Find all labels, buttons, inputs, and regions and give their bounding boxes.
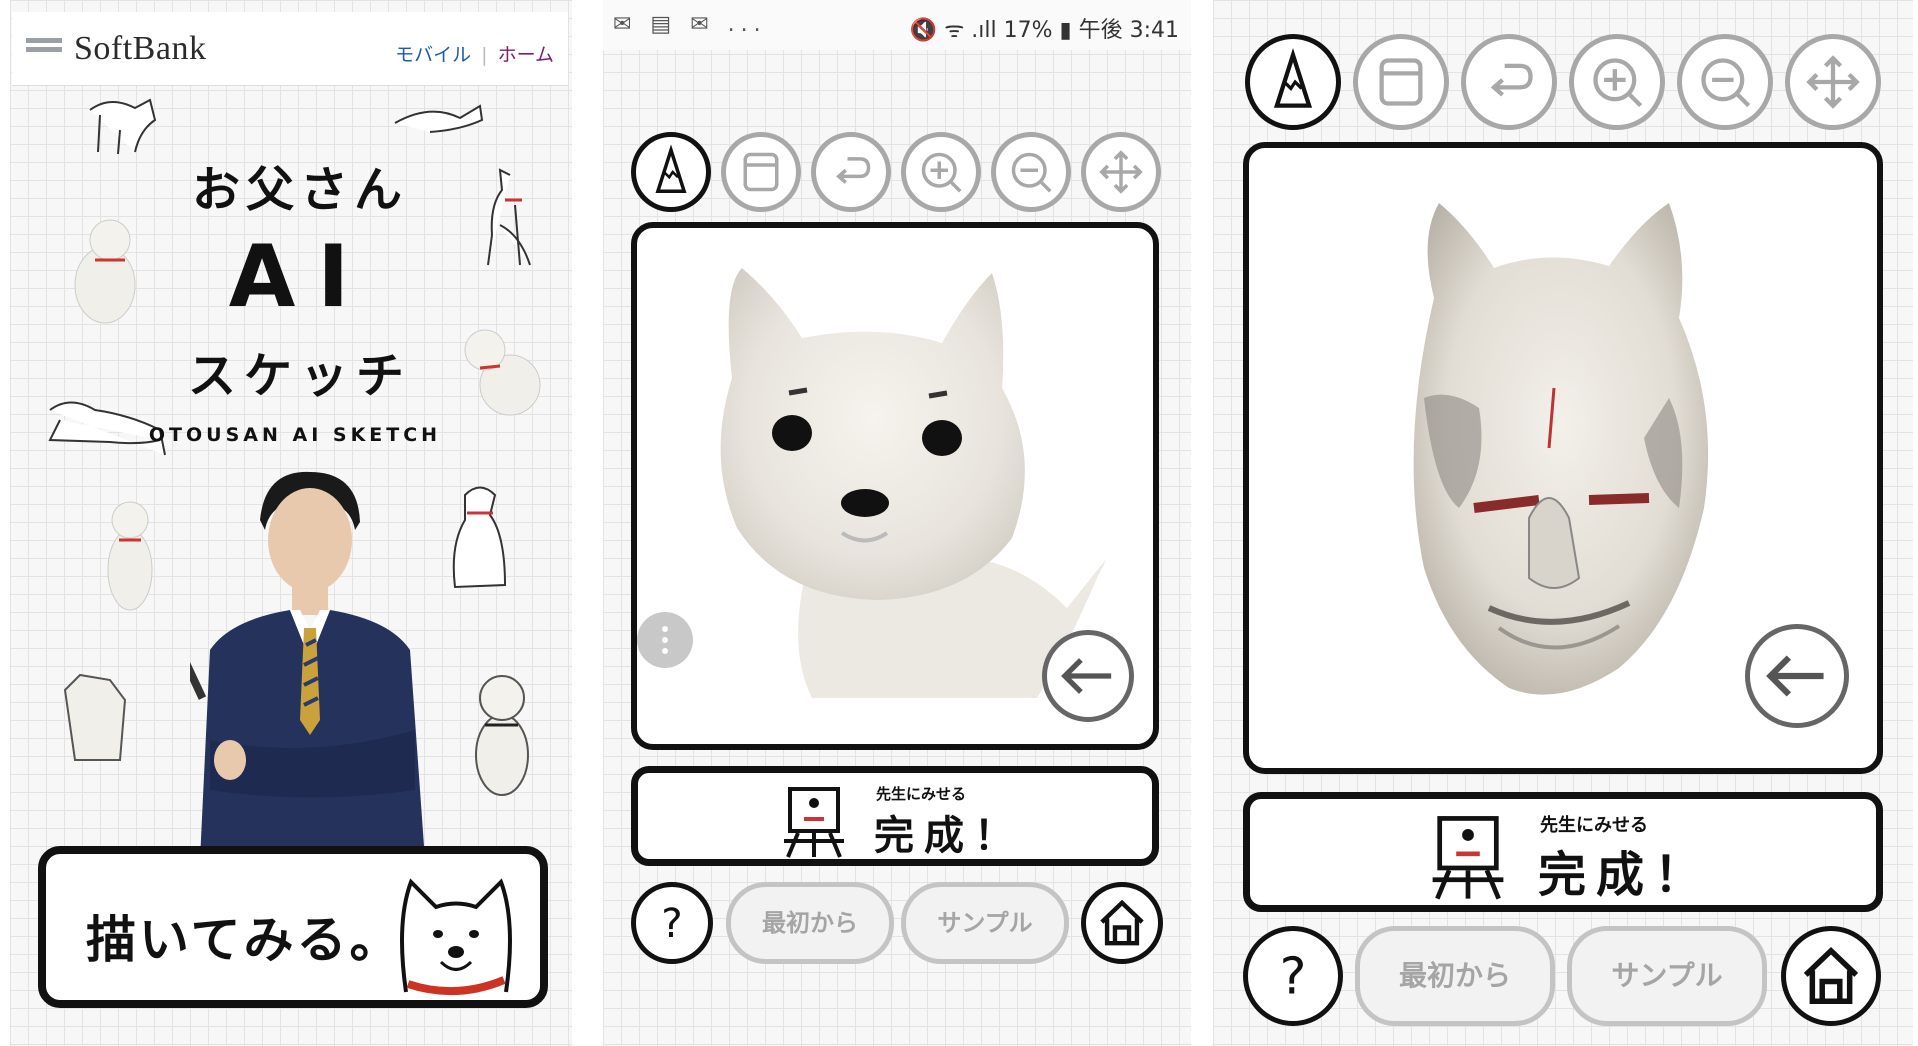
header-nav: モバイル | ホーム	[395, 40, 554, 67]
easel-icon	[784, 787, 844, 858]
zoom-in-button[interactable]	[1569, 34, 1665, 130]
title-line-1: お父さん	[191, 162, 408, 218]
zoom-out-icon	[1701, 58, 1751, 108]
dog-photo-icon	[107, 501, 153, 611]
zoom-in-button[interactable]	[901, 132, 981, 212]
nav-mobile-link[interactable]: モバイル	[395, 44, 471, 66]
complete-subtitle: 先生にみせる	[876, 785, 967, 803]
move-button[interactable]	[1785, 34, 1881, 130]
zoom-in-icon	[921, 152, 962, 193]
help-label: ?	[1280, 947, 1307, 1006]
pencil-tool[interactable]	[1245, 34, 1341, 130]
status-right: 🔇 ᯤ .ıll 17% ▮ 午後 3:41	[909, 18, 1179, 43]
dog-sketch-icon	[394, 104, 484, 133]
move-button[interactable]	[1081, 132, 1161, 212]
start-drawing-button[interactable]: 描いてみる。	[38, 846, 548, 1008]
sample-button[interactable]: サンプル	[1567, 926, 1767, 1026]
home-button[interactable]	[1781, 926, 1881, 1026]
softbank-logo[interactable]: SoftBank	[74, 30, 206, 68]
title-line-2: AI	[228, 227, 372, 327]
sketch-screen-dog: ✉ ▤ ✉ ... 🔇 ᯤ .ıll 17% ▮ 午後 3:41 先生にみせる …	[603, 0, 1191, 1046]
pencil-tool[interactable]	[631, 132, 711, 212]
start-drawing-label: 描いてみる。	[86, 911, 403, 969]
nav-home-link[interactable]: ホーム	[498, 44, 554, 66]
notification-icons: ✉ ▤ ✉ ...	[613, 12, 767, 37]
softbank-logo-icon	[26, 38, 62, 62]
site-header: SoftBank モバイル | ホーム	[12, 12, 568, 86]
dog-photo-icon	[464, 329, 541, 416]
zoom-out-icon	[1011, 152, 1052, 193]
easel-icon	[1432, 816, 1504, 900]
eraser-tool[interactable]	[721, 132, 801, 212]
undo-button[interactable]	[811, 132, 891, 212]
help-label: ?	[661, 900, 682, 947]
sketch-screen-face: 先生にみせる 完成！ ? 最初から サンプル	[1213, 0, 1913, 1046]
nav-divider: |	[481, 44, 488, 66]
sample-button[interactable]: サンプル	[901, 882, 1069, 964]
back-arrow-icon	[1061, 658, 1112, 694]
zoom-out-button[interactable]	[991, 132, 1071, 212]
zoom-in-icon	[1593, 58, 1643, 108]
complete-label: 完成！	[1538, 847, 1713, 903]
title-english: OTOUSAN AI SKETCH	[148, 424, 442, 446]
pencil-icon	[655, 144, 687, 193]
dog-photo-icon	[74, 219, 136, 324]
back-button[interactable]	[1745, 624, 1849, 728]
back-arrow-icon	[1766, 655, 1824, 697]
help-button[interactable]: ?	[1243, 926, 1343, 1026]
complete-button[interactable]: 先生にみせる 完成！	[631, 766, 1159, 866]
drawing-canvas[interactable]	[631, 222, 1159, 750]
landing-screen: SoftBank モバイル | ホーム お父さん AI スケッチ OTOUSAN A…	[10, 0, 572, 1046]
drawing-canvas[interactable]	[1243, 142, 1883, 774]
complete-label: 完成！	[874, 813, 1024, 859]
eraser-icon	[1379, 58, 1423, 106]
spokesperson-image	[190, 471, 425, 860]
complete-button[interactable]: 先生にみせる 完成！	[1243, 792, 1883, 912]
help-icon: ?	[661, 900, 682, 947]
dog-face-icon	[400, 878, 512, 996]
home-button[interactable]	[1081, 882, 1163, 964]
dog-sketch-icon	[487, 168, 531, 266]
complete-subtitle: 先生にみせる	[1540, 815, 1648, 836]
home-icon	[1100, 899, 1144, 946]
pencil-icon	[1273, 48, 1313, 108]
help-button[interactable]: ?	[631, 882, 713, 964]
home-icon	[1803, 946, 1859, 1004]
move-icon	[1099, 150, 1143, 194]
app-title: お父さん AI スケッチ OTOUSAN AI SKETCH	[149, 150, 450, 446]
back-button[interactable]	[1042, 630, 1134, 722]
more-options-button[interactable]	[637, 612, 693, 668]
dog-photo-icon	[63, 673, 127, 761]
undo-icon	[1490, 63, 1533, 97]
dog-sketch-icon	[452, 486, 507, 589]
eraser-tool[interactable]	[1353, 34, 1449, 130]
status-bar: ✉ ▤ ✉ ... 🔇 ᯤ .ıll 17% ▮ 午後 3:41	[603, 0, 1191, 50]
eraser-icon	[743, 152, 779, 192]
undo-button[interactable]	[1461, 34, 1557, 130]
move-icon	[1806, 55, 1860, 109]
title-line-3: スケッチ	[187, 348, 412, 404]
restart-button[interactable]: 最初から	[726, 882, 894, 964]
dog-photo-icon	[475, 675, 529, 796]
restart-button[interactable]: 最初から	[1355, 926, 1555, 1026]
help-icon: ?	[1280, 947, 1307, 1006]
zoom-out-button[interactable]	[1677, 34, 1773, 130]
undo-icon	[836, 157, 871, 184]
